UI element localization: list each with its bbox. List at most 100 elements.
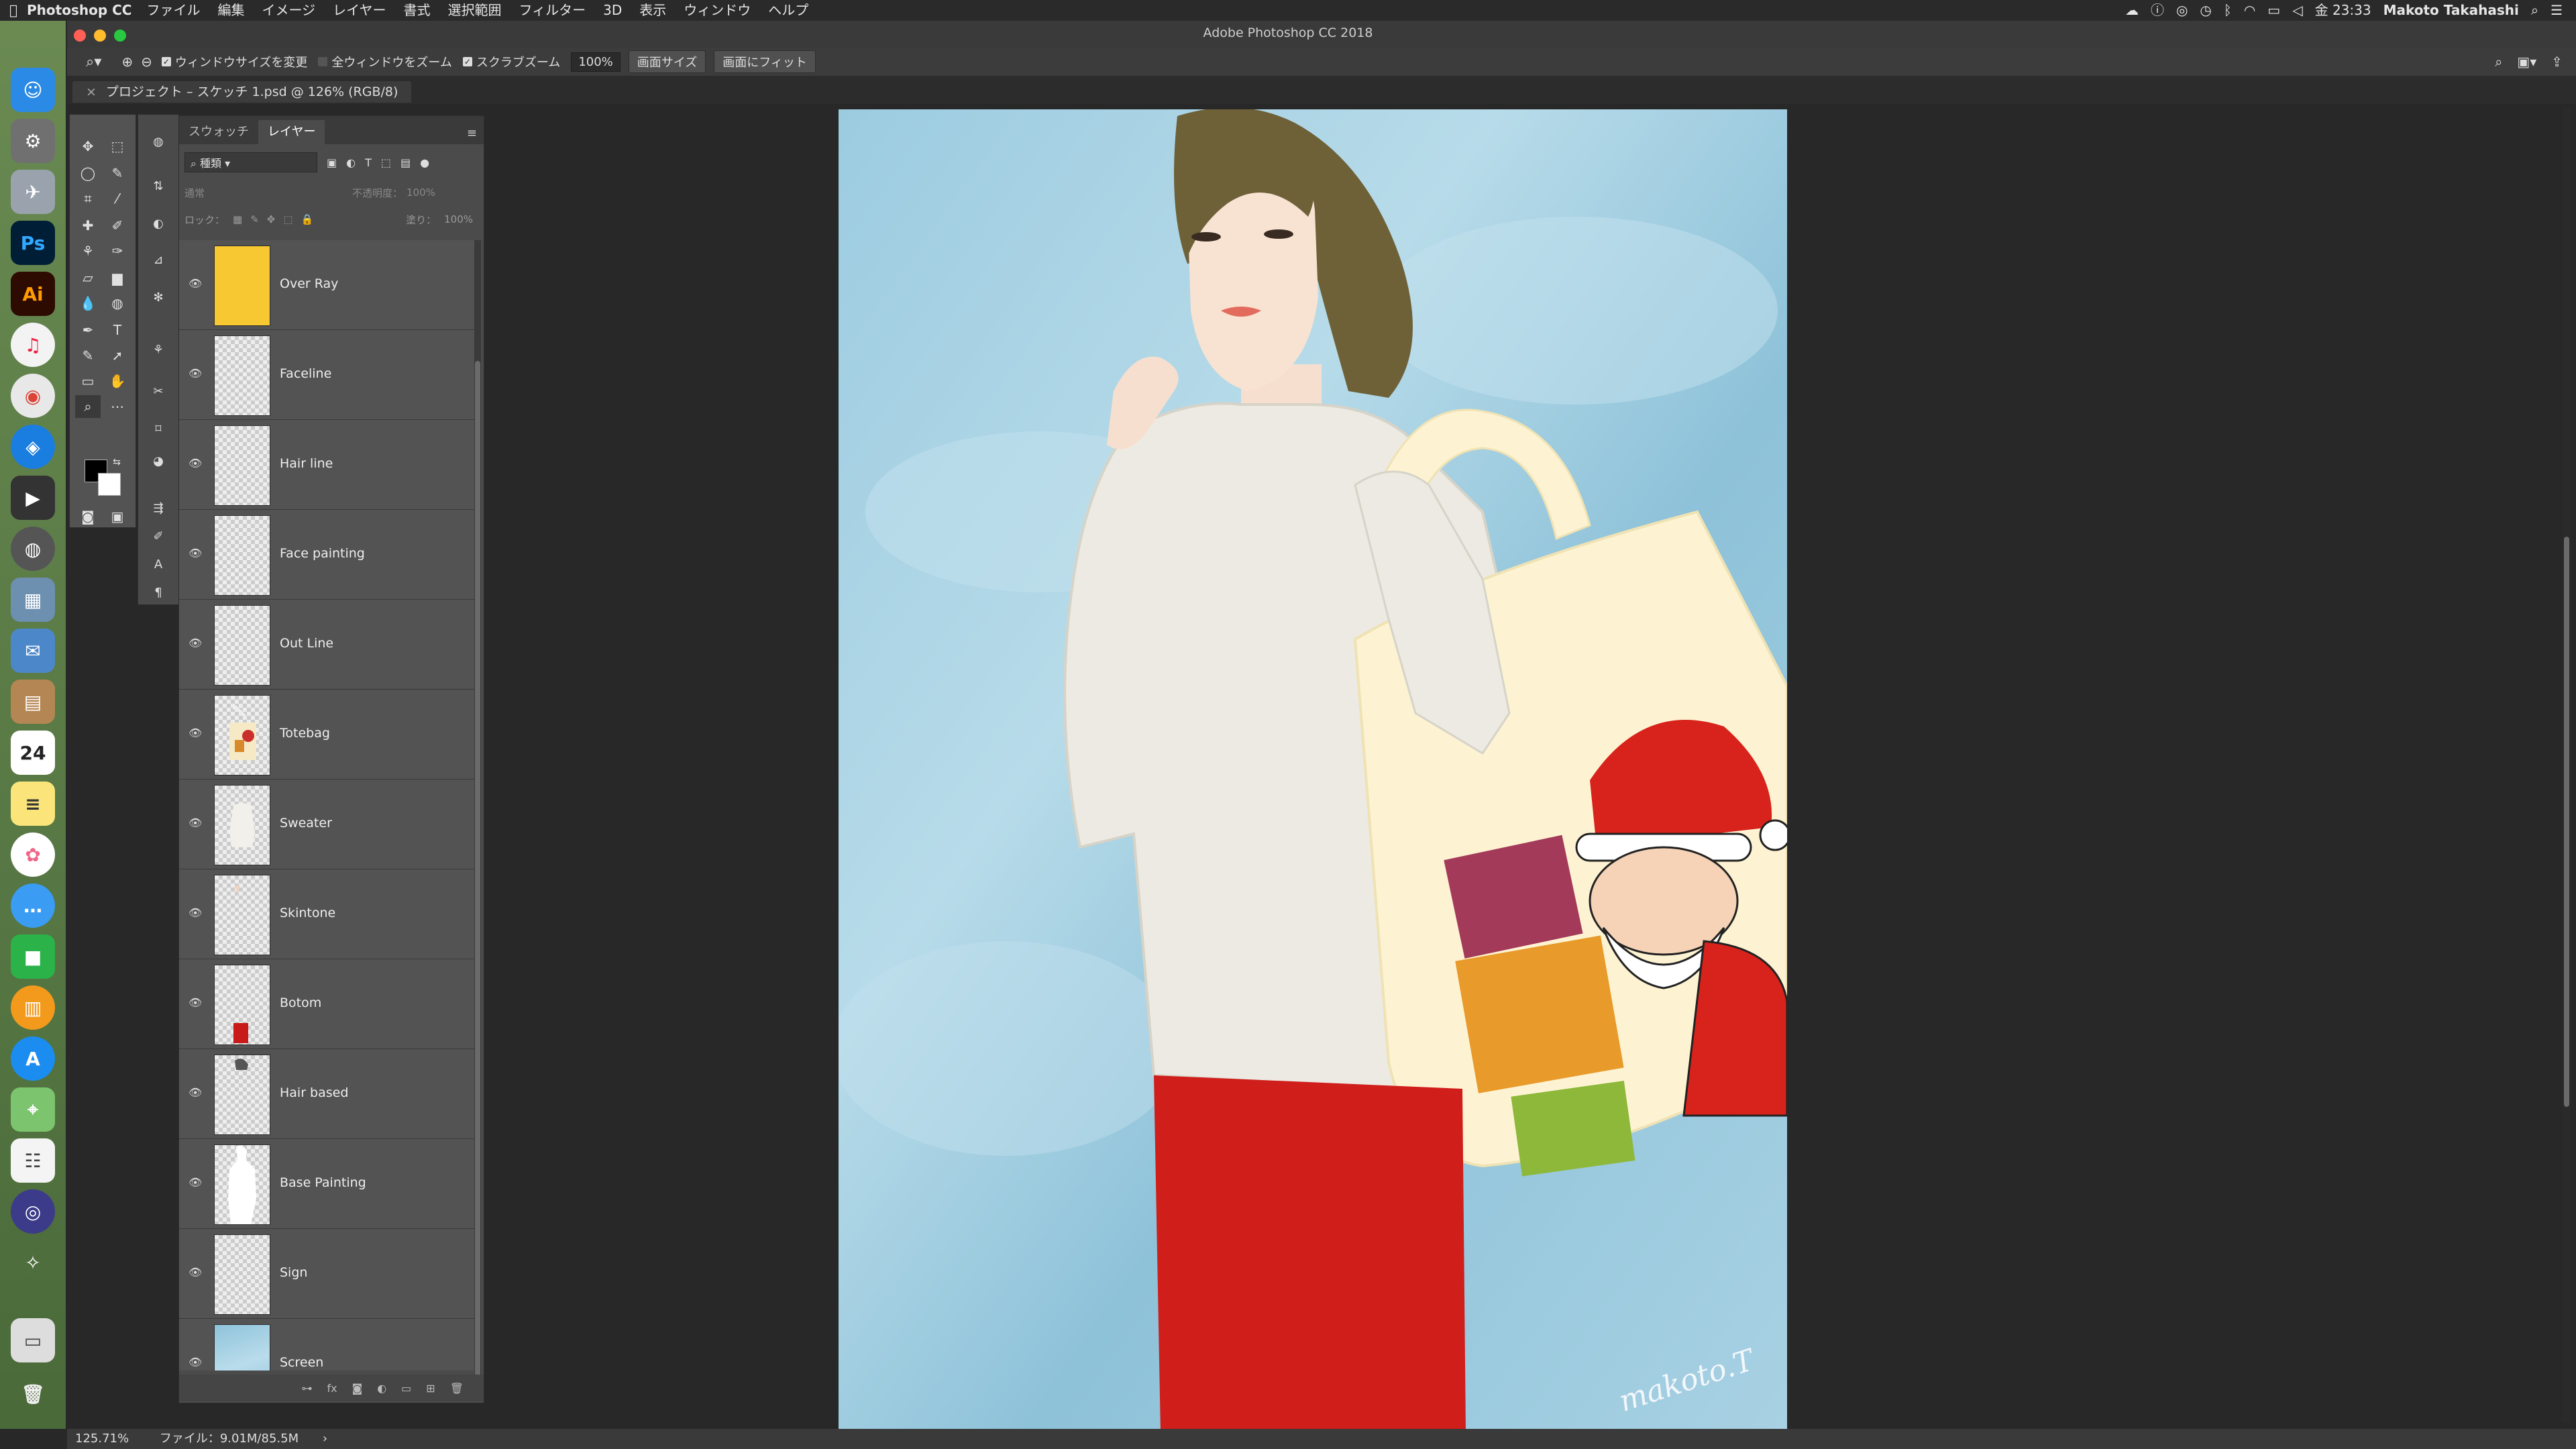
menu-type[interactable]: 書式 xyxy=(403,0,430,21)
blend-mode-select[interactable]: 通常 xyxy=(184,186,352,200)
user-name[interactable]: Makoto Takahashi xyxy=(2383,0,2519,21)
zoom-percent-field[interactable]: 100% xyxy=(571,52,621,72)
visibility-eye-icon[interactable]: 👁 xyxy=(189,367,202,380)
link-layers-icon[interactable]: ⊶ xyxy=(302,1382,313,1395)
layers-scrollbar[interactable] xyxy=(474,240,481,1387)
downloads-stack-icon[interactable]: ▭ xyxy=(11,1318,55,1362)
trash-icon[interactable]: 🗑 xyxy=(11,1372,55,1416)
vertical-scrollbar[interactable] xyxy=(2563,107,2571,1422)
zoom-all-windows-checkbox[interactable]: 全ウィンドウをズーム xyxy=(318,53,452,70)
share-icon[interactable]: ⇪ xyxy=(2551,54,2563,70)
layer-row[interactable]: 👁 Faceline xyxy=(179,330,474,420)
layer-row[interactable]: 👁 Hair based xyxy=(179,1049,474,1139)
swap-colors-icon[interactable]: ⇆ xyxy=(110,455,123,469)
layer-row[interactable]: 👁 Over Ray xyxy=(179,240,474,330)
visibility-eye-icon[interactable]: 👁 xyxy=(189,457,202,470)
layer-filter-select[interactable]: ⌕ 種類 ▾ xyxy=(184,152,317,172)
brushes-panel-icon[interactable]: ✐ xyxy=(148,525,169,547)
lock-transparency-icon[interactable]: ▦ xyxy=(233,213,242,225)
siri-icon[interactable]: ◎ xyxy=(11,1189,55,1234)
visibility-eye-icon[interactable]: 👁 xyxy=(189,1266,202,1279)
rectangle-tool-icon[interactable]: ▭ xyxy=(75,370,101,392)
type-tool-icon[interactable]: T xyxy=(105,319,130,341)
lock-all-icon[interactable]: 🔒 xyxy=(301,213,314,225)
layer-row[interactable]: 👁 Out Line xyxy=(179,600,474,690)
photoshop-icon[interactable]: Ps xyxy=(11,221,55,265)
more-tools-icon[interactable]: ⋯ xyxy=(105,395,130,418)
filter-smartobject-icon[interactable]: ▤ xyxy=(400,156,411,169)
eyedropper-tool-icon[interactable]: ⁄ xyxy=(105,187,130,210)
fit-screen-button[interactable]: 画面サイズ xyxy=(628,50,706,73)
gradient-tool-icon[interactable]: ▆ xyxy=(105,266,130,289)
menu-edit[interactable]: 編集 xyxy=(217,0,244,21)
zoom-out-icon[interactable]: ⊖ xyxy=(141,54,152,70)
visibility-eye-icon[interactable]: 👁 xyxy=(189,816,202,829)
document-tab[interactable]: × プロジェクト – スケッチ 1.psd @ 126% (RGB/8) xyxy=(72,81,412,103)
properties-panel-icon[interactable]: ⌑ xyxy=(148,418,169,439)
color-panel-icon[interactable]: ◕ xyxy=(148,450,169,472)
filter-pixel-icon[interactable]: ▣ xyxy=(327,156,337,169)
visibility-eye-icon[interactable]: 👁 xyxy=(189,1356,202,1368)
workspace-icon[interactable]: ▣▾ xyxy=(2517,54,2536,70)
visibility-eye-icon[interactable]: 👁 xyxy=(189,1176,202,1189)
menu-help[interactable]: ヘルプ xyxy=(768,0,808,21)
cloud-icon[interactable]: ☁ xyxy=(2125,0,2139,21)
visibility-eye-icon[interactable]: 👁 xyxy=(189,906,202,919)
safari-icon[interactable]: ◈ xyxy=(11,425,55,469)
filter-type-icon[interactable]: T xyxy=(365,156,372,169)
layer-row[interactable]: 👁 Screen xyxy=(179,1319,474,1371)
filter-shape-icon[interactable]: ⬚ xyxy=(381,156,391,169)
tab-layers[interactable]: レイヤー xyxy=(258,120,325,144)
eraser-tool-icon[interactable]: ▱ xyxy=(75,266,101,289)
zoom-tool-icon-active[interactable]: ⌕ xyxy=(75,395,101,418)
timemachine-icon[interactable]: ◷ xyxy=(2200,0,2211,21)
layer-row[interactable]: 👁 Botom xyxy=(179,959,474,1049)
maps-icon[interactable]: ⌖ xyxy=(11,1087,55,1132)
itunes-icon[interactable]: ♫ xyxy=(11,323,55,367)
status-menu-arrow-icon[interactable]: › xyxy=(323,1432,327,1446)
preview-icon[interactable]: ▦ xyxy=(11,578,55,622)
character-panel-icon[interactable]: A xyxy=(148,553,169,575)
mail-icon[interactable]: ✉ xyxy=(11,629,55,673)
new-layer-icon[interactable]: ⊞ xyxy=(426,1382,435,1395)
headphones-icon[interactable]: ◎ xyxy=(2176,0,2188,21)
navigator-panel-icon[interactable]: ✻ xyxy=(148,286,169,308)
menu-select[interactable]: 選択範囲 xyxy=(447,0,501,21)
magic-wand-app-icon[interactable]: ✧ xyxy=(11,1240,55,1285)
tool-presets-panel-icon[interactable]: ✂ xyxy=(148,380,169,402)
crop-tool-icon[interactable]: ⌗ xyxy=(75,187,101,210)
brush-settings-panel-icon[interactable]: ⇶ xyxy=(148,497,169,519)
fill-screen-button[interactable]: 画面にフィット xyxy=(714,50,816,73)
hand-tool-icon[interactable]: ✋ xyxy=(105,370,130,392)
layer-row[interactable]: 👁 Totebag xyxy=(179,690,474,780)
history-brush-tool-icon[interactable]: ✑ xyxy=(105,239,130,262)
panel-menu-icon[interactable]: ≡ xyxy=(467,126,477,140)
libraries-panel-icon[interactable]: ◍ xyxy=(148,131,169,152)
background-color-swatch[interactable] xyxy=(98,473,121,496)
layer-row[interactable]: 👁 Sign xyxy=(179,1229,474,1319)
resize-windows-checkbox[interactable]: ✓ ウィンドウサイズを変更 xyxy=(161,53,307,70)
marquee-tool-icon[interactable]: ⬚ xyxy=(105,135,130,158)
info-icon[interactable]: ⓘ xyxy=(2151,0,2164,21)
dodge-tool-icon[interactable]: ◍ xyxy=(105,292,130,315)
illustrator-icon[interactable]: Ai xyxy=(11,272,55,316)
menu-view[interactable]: 表示 xyxy=(639,0,666,21)
visibility-eye-icon[interactable]: 👁 xyxy=(189,547,202,559)
app-menu[interactable]: Photoshop CC xyxy=(27,0,131,21)
finder-icon[interactable]: ☺ xyxy=(11,68,55,112)
menu-image[interactable]: イメージ xyxy=(262,0,315,21)
calendar-icon[interactable]: 24 xyxy=(11,731,55,775)
screen-mode-icon[interactable]: ▣ xyxy=(105,505,130,528)
clone-stamp-tool-icon[interactable]: ⚘ xyxy=(75,239,101,262)
layer-row[interactable]: 👁 Skintone xyxy=(179,869,474,959)
ibooks-icon[interactable]: ▥ xyxy=(11,985,55,1030)
brush-tool-icon[interactable]: ✐ xyxy=(105,214,130,237)
delete-layer-icon[interactable]: 🗑 xyxy=(450,1382,464,1395)
menu-filter[interactable]: フィルター xyxy=(519,0,586,21)
contacts-icon[interactable]: ▤ xyxy=(11,680,55,724)
finalcut-icon[interactable]: ▶ xyxy=(11,476,55,520)
paragraph-panel-icon[interactable]: ¶ xyxy=(148,582,169,603)
lock-position-icon[interactable]: ✥ xyxy=(267,213,276,225)
facetime-icon[interactable]: ■ xyxy=(11,934,55,979)
zoom-tool-icon[interactable]: ⌕▾ xyxy=(86,54,101,70)
